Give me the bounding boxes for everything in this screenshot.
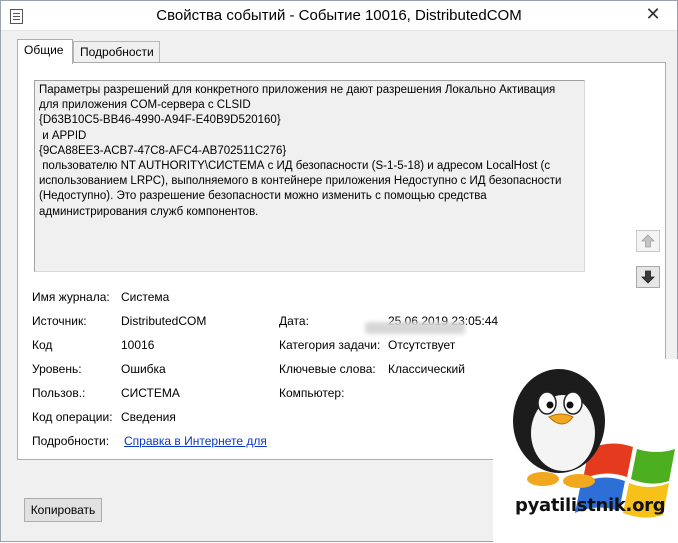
log-name-value[interactable]: Система: [121, 290, 169, 304]
tab-general[interactable]: Общие: [17, 39, 73, 64]
source-label: Источник:: [32, 314, 87, 328]
online-help-link[interactable]: Справка в Интернете для: [124, 434, 267, 448]
opcode-label: Код операции:: [32, 410, 113, 424]
level-label: Уровень:: [32, 362, 82, 376]
window-title: Свойства событий - Событие 10016, Distri…: [156, 7, 522, 24]
copy-button[interactable]: Копировать: [24, 498, 102, 522]
title-bar: Свойства событий - Событие 10016, Distri…: [1, 1, 677, 31]
user-label: Пользов.:: [32, 386, 86, 400]
source-value[interactable]: DistributedCOM: [121, 314, 206, 328]
computer-name-redacted: [365, 322, 465, 334]
user-value[interactable]: СИСТЕМА: [121, 386, 180, 400]
more-info-label: Подробности:: [32, 434, 110, 448]
tab-details[interactable]: Подробности: [73, 41, 160, 63]
watermark-logo: pyatilistnik.org: [493, 359, 678, 543]
level-value[interactable]: Ошибка: [121, 362, 166, 376]
task-category-label: Категория задачи:: [279, 338, 381, 352]
task-category-value[interactable]: Отсутствует: [388, 338, 455, 352]
keywords-value[interactable]: Классический: [388, 362, 465, 376]
event-description[interactable]: Параметры разрешений для конкретного при…: [34, 80, 585, 272]
previous-event-button[interactable]: [636, 230, 660, 252]
date-label: Дата:: [279, 314, 309, 328]
event-id-label: Код: [32, 338, 53, 352]
computer-label: Компьютер:: [279, 386, 345, 400]
opcode-value[interactable]: Сведения: [121, 410, 176, 424]
event-id-value[interactable]: 10016: [121, 338, 154, 352]
log-name-label: Имя журнала:: [32, 290, 110, 304]
arrow-up-icon: [641, 234, 655, 248]
close-button[interactable]: ✕: [633, 2, 673, 27]
keywords-label: Ключевые слова:: [279, 362, 376, 376]
watermark-text: pyatilistnik.org: [515, 495, 666, 516]
event-properties-window: Свойства событий - Событие 10016, Distri…: [0, 0, 678, 543]
arrow-down-icon: [641, 270, 655, 284]
next-event-button[interactable]: [636, 266, 660, 288]
